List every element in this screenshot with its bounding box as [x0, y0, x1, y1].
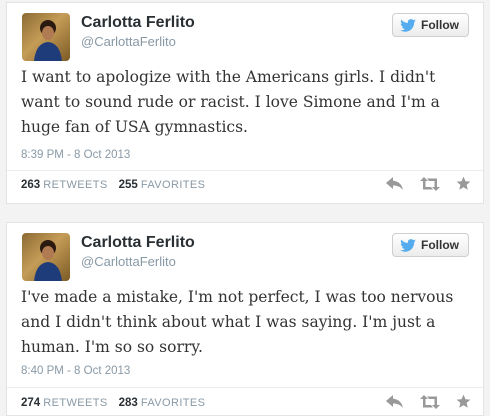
tweet-timestamp[interactable]: 8:39 PM - 8 Oct 2013 [21, 149, 130, 161]
star-icon[interactable] [456, 176, 471, 191]
twitter-bird-icon [400, 18, 416, 32]
favorite-count[interactable]: 283 [119, 397, 138, 409]
tweet-actions [386, 176, 471, 191]
reply-icon[interactable] [386, 394, 404, 409]
user-handle[interactable]: @CarlottaFerlito [81, 254, 176, 269]
retweets-label[interactable]: RETWEETS [43, 179, 107, 191]
twitter-bird-icon [400, 238, 416, 252]
display-name[interactable]: Carlotta Ferlito [81, 234, 195, 252]
display-name[interactable]: Carlotta Ferlito [81, 14, 195, 32]
tweet-timestamp[interactable]: 8:40 PM - 8 Oct 2013 [21, 365, 130, 377]
avatar[interactable] [22, 233, 70, 281]
tweet-card: Carlotta Ferlito @CarlottaFerlito Follow… [6, 222, 484, 416]
retweets-label[interactable]: RETWEETS [43, 397, 107, 409]
divider [7, 170, 483, 171]
user-handle[interactable]: @CarlottaFerlito [81, 34, 176, 49]
tweet-text: I want to apologize with the Americans g… [21, 68, 440, 136]
follow-button[interactable]: Follow [392, 13, 469, 37]
tweet-stats: 274 RETWEETS 283 FAVORITES [21, 397, 213, 409]
follow-label: Follow [421, 238, 459, 252]
retweet-icon[interactable] [420, 394, 440, 409]
retweet-count[interactable]: 274 [21, 397, 40, 409]
favorites-label[interactable]: FAVORITES [141, 397, 206, 409]
tweet-actions [386, 394, 471, 409]
favorite-count[interactable]: 255 [119, 179, 138, 191]
favorites-label[interactable]: FAVORITES [141, 179, 206, 191]
retweet-icon[interactable] [420, 176, 440, 191]
retweet-count[interactable]: 263 [21, 179, 40, 191]
follow-label: Follow [421, 18, 459, 32]
tweet-card: Carlotta Ferlito @CarlottaFerlito Follow… [6, 2, 484, 204]
avatar[interactable] [22, 13, 70, 61]
follow-button[interactable]: Follow [392, 233, 469, 257]
star-icon[interactable] [456, 394, 471, 409]
divider [7, 387, 483, 388]
tweet-stats: 263 RETWEETS 255 FAVORITES [21, 179, 213, 191]
tweet-text: I've made a mistake, I'm not perfect, I … [21, 288, 454, 356]
reply-icon[interactable] [386, 176, 404, 191]
